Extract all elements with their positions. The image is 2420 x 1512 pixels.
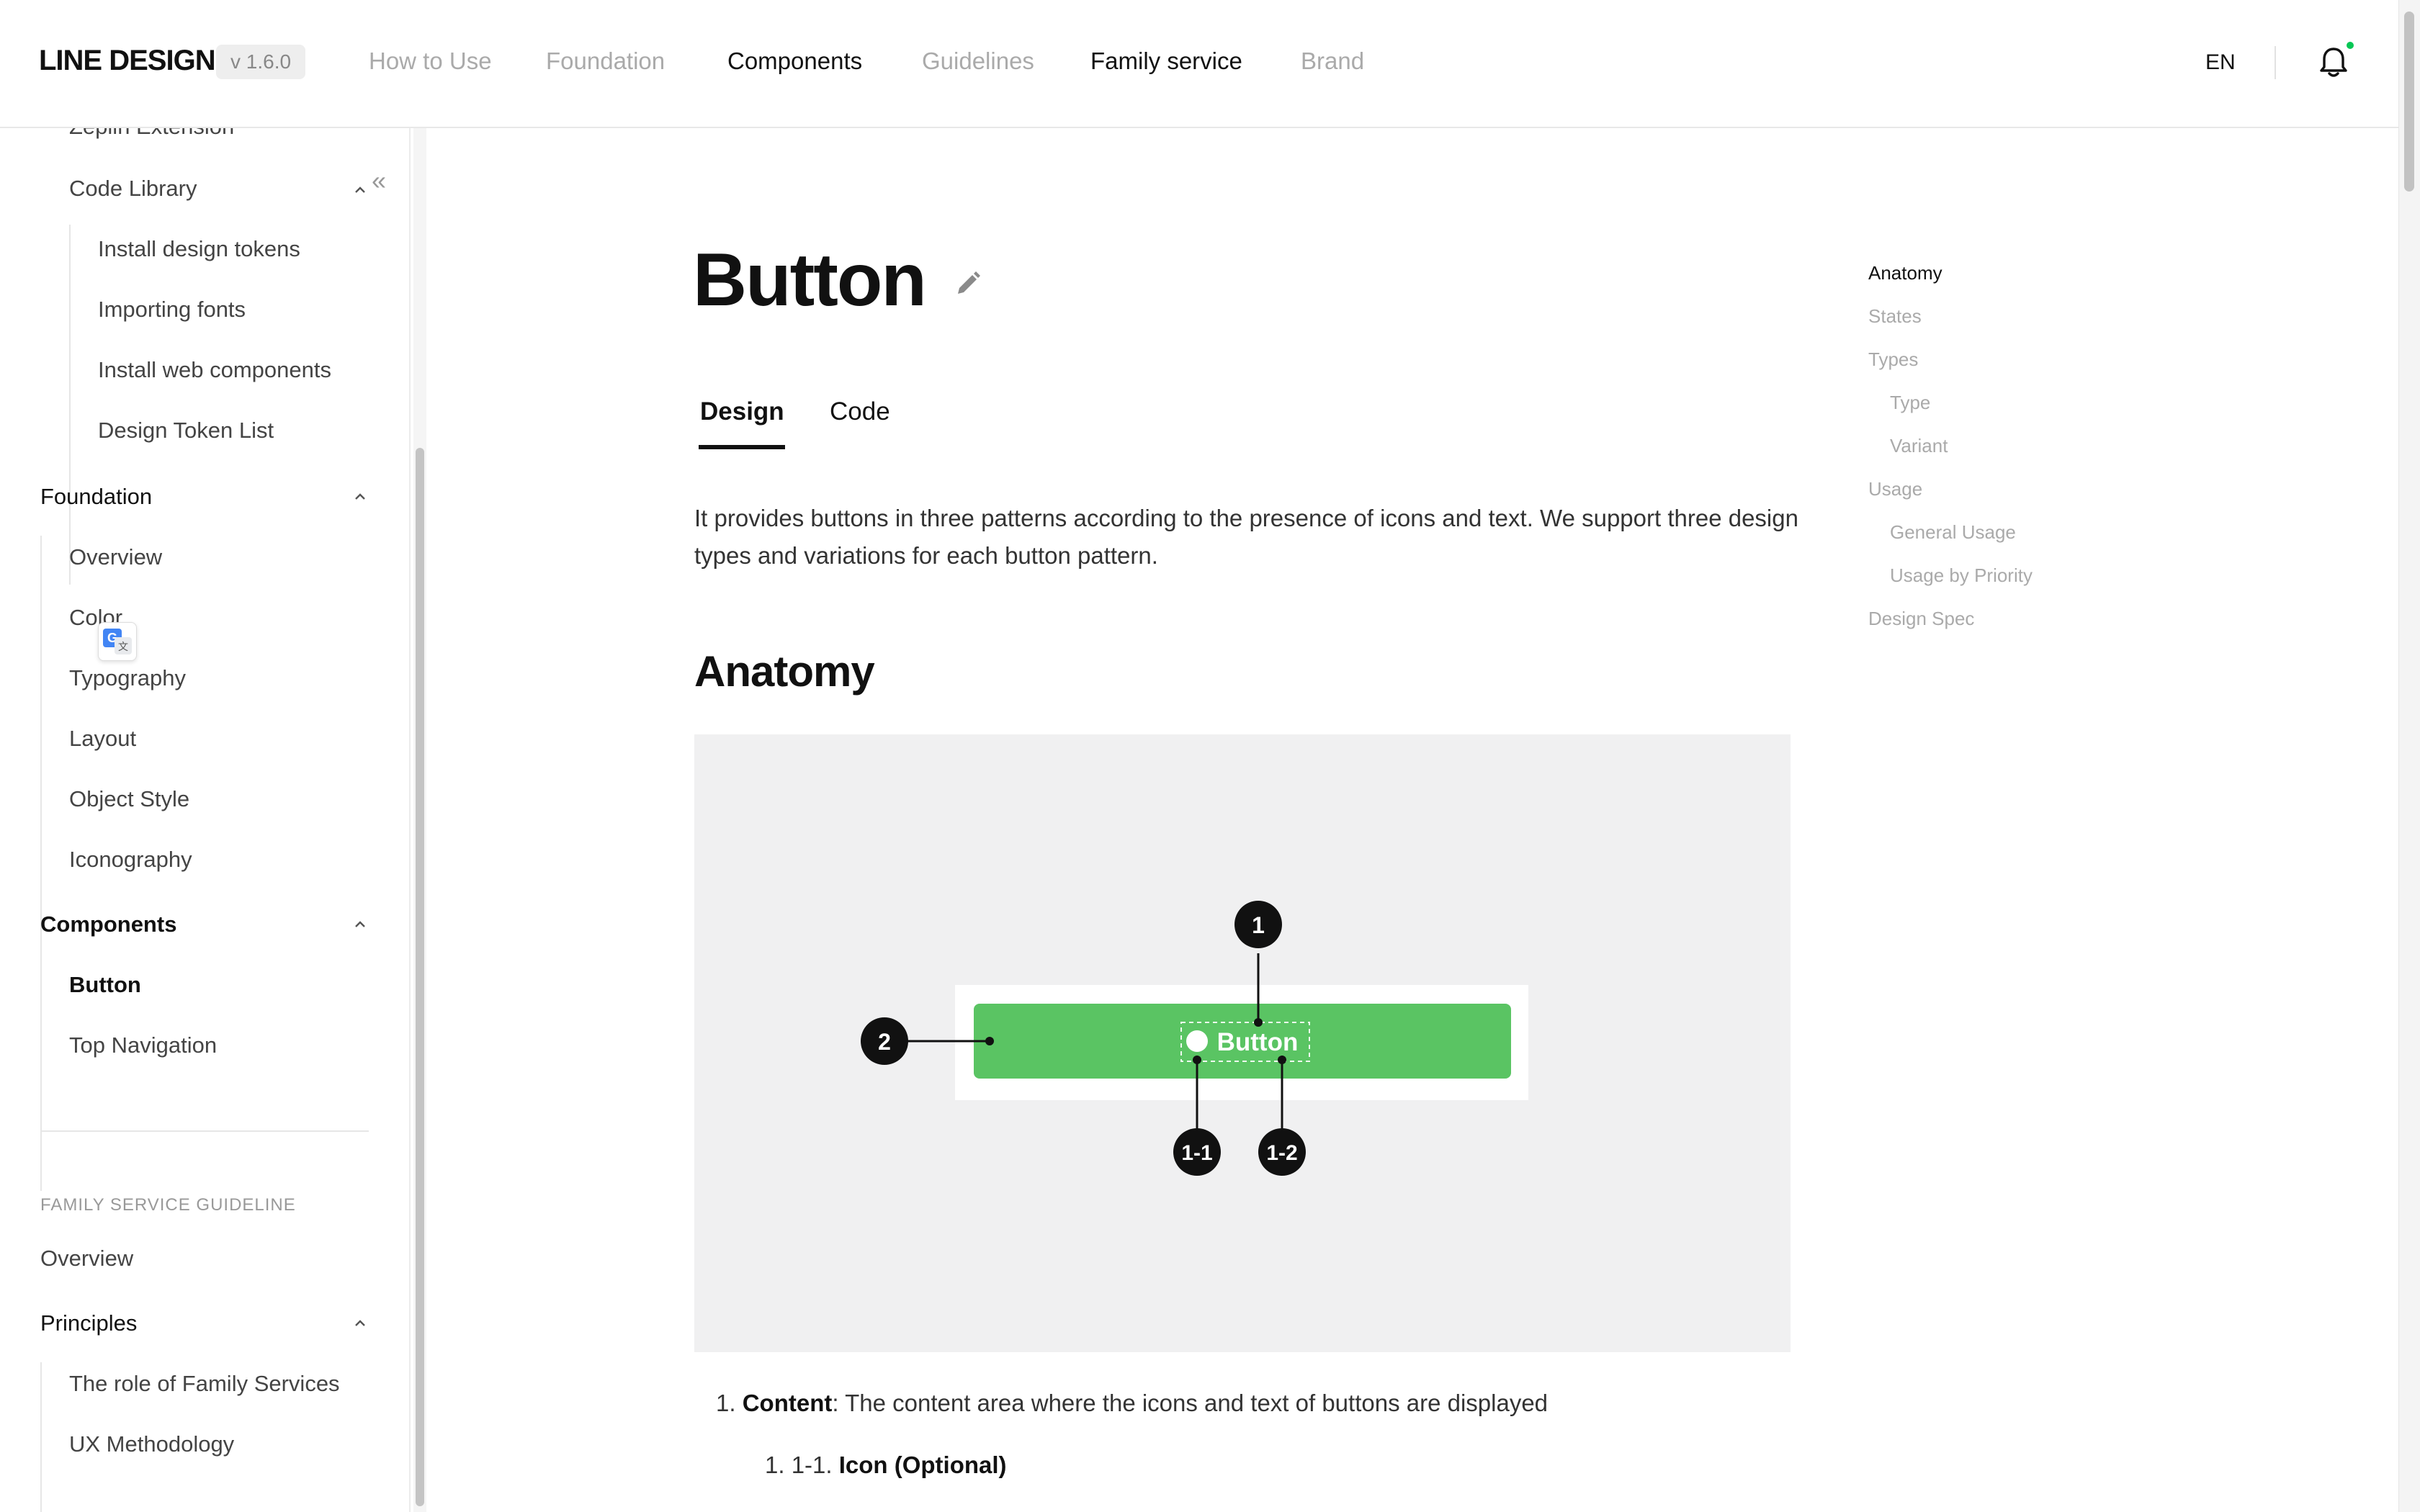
svg-text:2: 2	[878, 1029, 891, 1055]
sidebar-item-object-style[interactable]: Object Style	[69, 786, 189, 812]
chevron-up-icon[interactable]	[351, 916, 369, 933]
sidebar-item-iconography[interactable]: Iconography	[69, 847, 192, 873]
nav-foundation[interactable]: Foundation	[546, 48, 665, 75]
sidebar-item-install-web-components[interactable]: Install web components	[98, 357, 331, 383]
sidebar-item-family-overview[interactable]: Overview	[40, 1246, 133, 1272]
toc-states[interactable]: States	[1868, 305, 1922, 328]
toc-type[interactable]: Type	[1890, 392, 1930, 414]
toc-variant[interactable]: Variant	[1890, 435, 1948, 457]
button-icon-shape	[1186, 1030, 1208, 1052]
section-title-anatomy: Anatomy	[694, 647, 875, 696]
site-logo[interactable]: LINE DESIGN	[39, 45, 216, 77]
tab-code[interactable]: Code	[830, 397, 890, 426]
sidebar-section-label: FAMILY SERVICE GUIDELINE	[40, 1195, 296, 1215]
toc-usage[interactable]: Usage	[1868, 478, 1922, 500]
chevron-up-icon[interactable]	[351, 488, 369, 505]
pencil-icon[interactable]	[952, 268, 984, 300]
sidebar-item-role-of-family-services[interactable]: The role of Family Services	[69, 1371, 340, 1397]
notification-dot	[2347, 42, 2354, 49]
sidebar-tree-line	[69, 225, 71, 585]
chevron-up-icon[interactable]	[351, 181, 369, 199]
list-item: 1. 1-1. Icon (Optional)	[765, 1452, 1007, 1478]
sidebar-item-code-library[interactable]: Code Library	[69, 176, 197, 202]
sidebar-group-principles[interactable]: Principles	[40, 1310, 137, 1336]
nav-guidelines[interactable]: Guidelines	[922, 48, 1034, 75]
toc-general-usage[interactable]: General Usage	[1890, 521, 2016, 544]
double-chevron-left-icon[interactable]: «	[372, 166, 386, 196]
page-title: Button	[693, 238, 927, 322]
chevron-up-icon[interactable]	[351, 1315, 369, 1332]
svg-text:1: 1	[1252, 912, 1265, 938]
intro-paragraph: It provides buttons in three patterns ac…	[694, 505, 1798, 569]
svg-text:1-1: 1-1	[1181, 1141, 1212, 1165]
anatomy-button-label: Button	[1217, 1028, 1299, 1056]
sidebar-item-typography[interactable]: Typography	[69, 665, 186, 691]
bell-icon[interactable]	[2318, 45, 2349, 79]
sidebar-border	[409, 128, 411, 1512]
sidebar-item-overview[interactable]: Overview	[69, 544, 162, 570]
sidebar-scrollbar-thumb[interactable]	[416, 448, 424, 1506]
toc-types[interactable]: Types	[1868, 348, 1918, 371]
sidebar-item-importing-fonts[interactable]: Importing fonts	[98, 297, 246, 323]
sidebar-item-zeplin-extension[interactable]: Zeplin Extension	[69, 128, 234, 140]
toc-design-spec[interactable]: Design Spec	[1868, 608, 1974, 630]
sidebar-item-top-navigation[interactable]: Top Navigation	[69, 1032, 217, 1058]
sidebar-tree-line	[40, 536, 42, 1009]
page-scrollbar[interactable]	[2398, 0, 2420, 1512]
sidebar: Zeplin Extension Code Library Install de…	[0, 128, 409, 1512]
sidebar-group-foundation[interactable]: Foundation	[40, 484, 152, 510]
nav-brand[interactable]: Brand	[1301, 48, 1364, 75]
tab-design[interactable]: Design	[700, 397, 784, 426]
nav-family-service[interactable]: Family service	[1090, 48, 1242, 75]
toc-usage-by-priority[interactable]: Usage by Priority	[1890, 564, 2033, 587]
sidebar-group-components[interactable]: Components	[40, 912, 176, 937]
anatomy-diagram: Button 1 2 1-1 1-2	[861, 901, 1528, 1176]
sidebar-item-button[interactable]: Button	[69, 972, 141, 998]
sidebar-item-layout[interactable]: Layout	[69, 726, 136, 752]
nav-how-to-use[interactable]: How to Use	[369, 48, 492, 75]
header-divider	[2275, 46, 2276, 79]
tab-active-indicator	[699, 445, 785, 449]
toc-anatomy[interactable]: Anatomy	[1868, 262, 1942, 284]
sidebar-item-design-token-list[interactable]: Design Token List	[98, 418, 274, 444]
page-scrollbar-thumb[interactable]	[2404, 12, 2414, 192]
language-selector[interactable]: EN	[2205, 50, 2236, 75]
sidebar-item-install-design-tokens[interactable]: Install design tokens	[98, 236, 300, 262]
sidebar-tree-line	[40, 1362, 42, 1512]
sidebar-tree-line	[40, 963, 42, 1191]
nav-components[interactable]: Components	[727, 48, 862, 75]
list-item: 1. Content: The content area where the i…	[716, 1390, 1549, 1416]
sidebar-item-ux-methodology[interactable]: UX Methodology	[69, 1431, 234, 1457]
svg-text:1-2: 1-2	[1266, 1141, 1297, 1165]
sidebar-divider	[40, 1130, 369, 1132]
top-header: LINE DESIGN v 1.6.0 How to Use Foundatio…	[0, 0, 2398, 128]
svg-text:文: 文	[118, 641, 128, 652]
version-badge: v 1.6.0	[216, 45, 306, 79]
google-translate-icon[interactable]: G 文	[98, 622, 137, 661]
